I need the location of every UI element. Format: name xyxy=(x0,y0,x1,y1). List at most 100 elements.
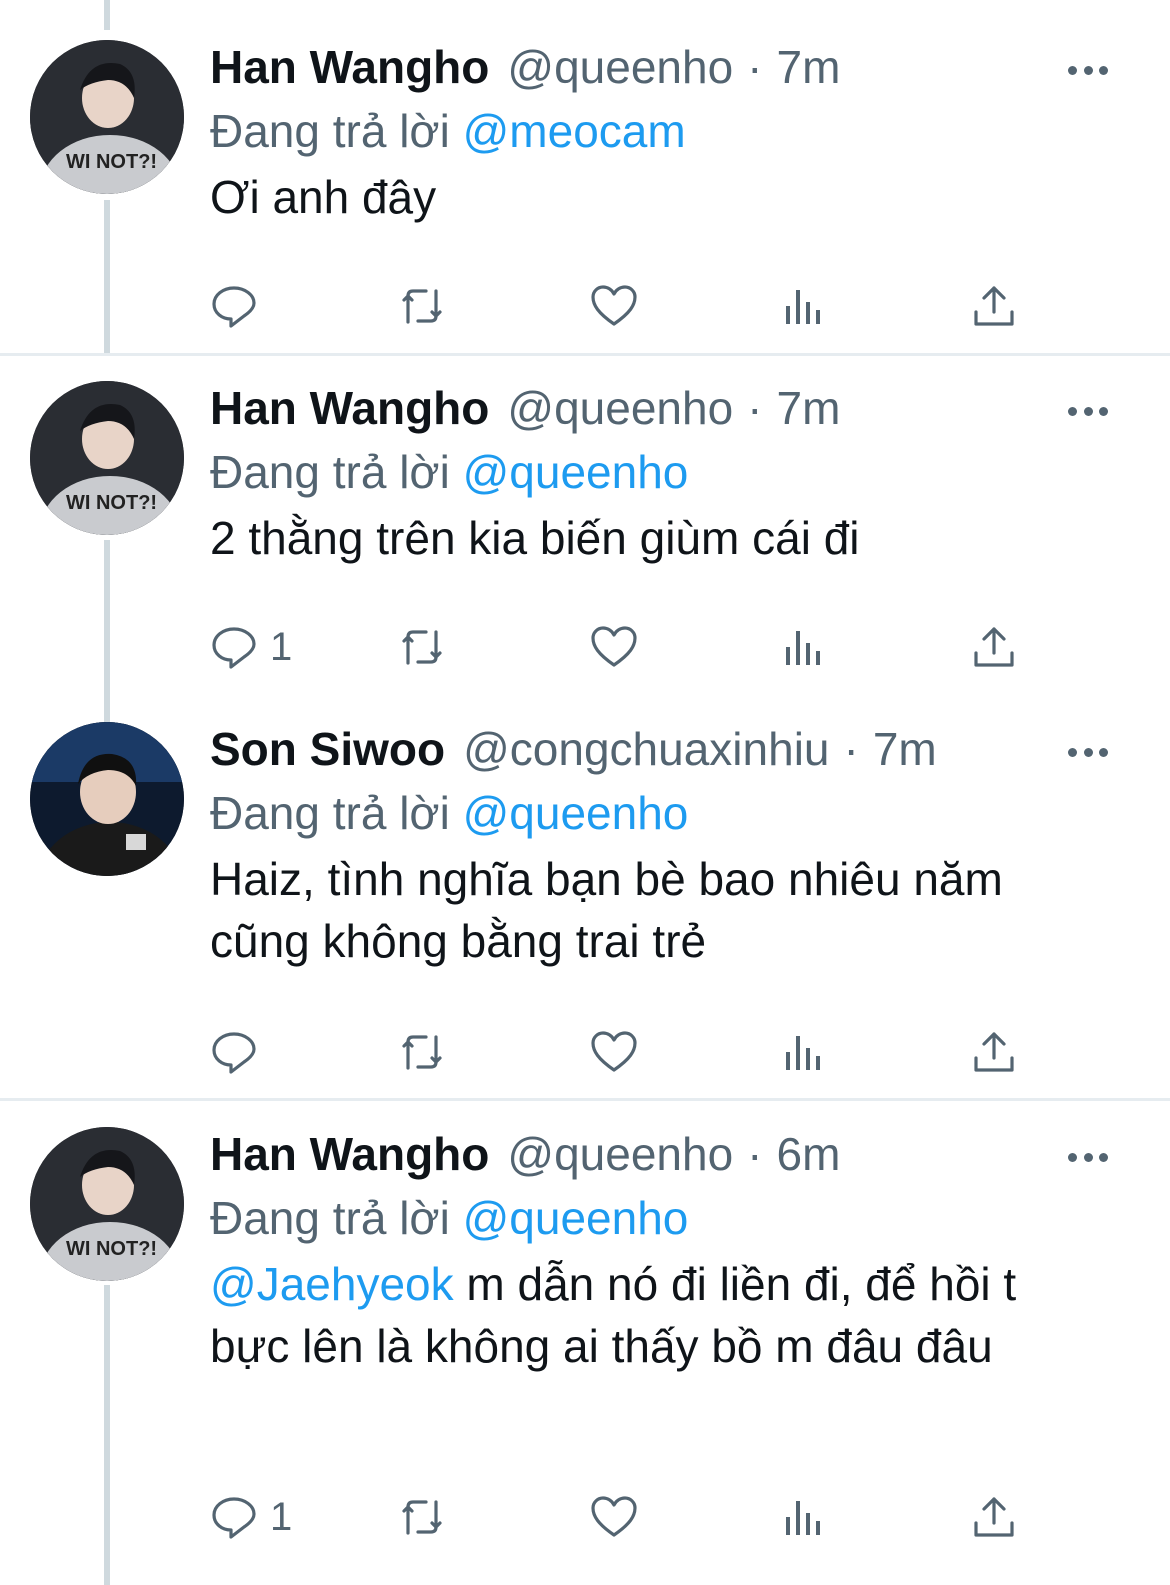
analytics-button[interactable] xyxy=(780,1487,828,1547)
replying-to: Đang trả lời @queenho xyxy=(210,1191,688,1245)
more-icon[interactable] xyxy=(1068,722,1108,782)
tweet-body: Haiz, tình nghĩa bạn bè bao nhiêu năm cũ… xyxy=(210,853,1003,967)
tweet-thread: WI NOT?! Han Wangho @queenho · 7m Đang t… xyxy=(0,0,1170,1585)
reply-button[interactable]: 1 xyxy=(210,617,292,677)
like-icon xyxy=(591,1496,637,1537)
share-icon xyxy=(974,1032,1014,1072)
share-icon xyxy=(974,627,1014,667)
retweet-icon xyxy=(402,1500,442,1535)
display-name[interactable]: Han Wangho xyxy=(210,40,489,94)
tweet-header: Son Siwoo @congchuaxinhiu · 7m xyxy=(210,722,937,782)
avatar[interactable]: WI NOT?! xyxy=(30,1127,184,1281)
user-handle[interactable]: @congchuaxinhiu xyxy=(463,722,829,776)
more-icon[interactable] xyxy=(1068,40,1108,100)
reply-prefix: Đang trả lời xyxy=(210,787,450,839)
analytics-icon xyxy=(786,631,820,665)
tweet-text: 2 thằng trên kia biến giùm cái đi xyxy=(210,507,1110,569)
share-button[interactable] xyxy=(970,1487,1018,1547)
like-icon xyxy=(591,285,637,326)
action-bar xyxy=(210,276,1060,336)
tweet-text: Ơi anh đây xyxy=(210,166,1110,228)
analytics-icon xyxy=(786,1036,820,1070)
retweet-button[interactable] xyxy=(398,617,446,677)
retweet-button[interactable] xyxy=(398,1022,446,1082)
like-button[interactable] xyxy=(590,617,638,677)
mention-link[interactable]: @Jaehyeok xyxy=(210,1258,454,1310)
tweet-header: Han Wangho @queenho · 6m xyxy=(210,1127,840,1187)
like-icon xyxy=(591,626,637,667)
timestamp[interactable]: 7m xyxy=(776,40,840,94)
tweet-header: Han Wangho @queenho · 7m xyxy=(210,40,840,100)
reply-count: 1 xyxy=(270,1494,293,1539)
more-icon[interactable] xyxy=(1068,381,1108,441)
tweet[interactable]: WI NOT?! Han Wangho @queenho · 7m Đang t… xyxy=(0,341,1170,682)
reply-prefix: Đang trả lời xyxy=(210,446,450,498)
reply-icon xyxy=(212,286,256,328)
tweet-body: Ơi anh đây xyxy=(210,171,437,223)
retweet-icon xyxy=(402,289,442,324)
avatar[interactable]: WI NOT?! xyxy=(30,381,184,535)
reply-prefix: Đang trả lời xyxy=(210,105,450,157)
tweet-text: Haiz, tình nghĩa bạn bè bao nhiêu năm cũ… xyxy=(210,848,1040,972)
share-button[interactable] xyxy=(970,1022,1018,1082)
analytics-button[interactable] xyxy=(780,276,828,336)
separator-dot: · xyxy=(747,41,763,93)
retweet-button[interactable] xyxy=(398,276,446,336)
replying-to: Đang trả lời @queenho xyxy=(210,445,688,499)
retweet-icon xyxy=(402,630,442,665)
reply-icon xyxy=(212,1497,256,1539)
tweet[interactable]: WI NOT?! Han Wangho @queenho · 6m Đang t… xyxy=(0,1087,1170,1585)
reply-to-handle[interactable]: @meocam xyxy=(463,105,686,157)
retweet-button[interactable] xyxy=(398,1487,446,1547)
reply-icon xyxy=(212,1032,256,1074)
tweet-header: Han Wangho @queenho · 7m xyxy=(210,381,840,441)
retweet-icon xyxy=(402,1035,442,1070)
separator-dot: · xyxy=(747,1128,763,1180)
action-bar xyxy=(210,1022,1060,1082)
user-handle[interactable]: @queenho xyxy=(507,1127,733,1181)
reply-button[interactable] xyxy=(210,276,270,336)
tweet[interactable]: Son Siwoo @congchuaxinhiu · 7m Đang trả … xyxy=(0,682,1170,1098)
reply-count: 1 xyxy=(270,624,293,669)
reply-prefix: Đang trả lời xyxy=(210,1192,450,1244)
svg-text:WI NOT?!: WI NOT?! xyxy=(66,1238,157,1260)
tweet[interactable]: WI NOT?! Han Wangho @queenho · 7m Đang t… xyxy=(0,0,1170,353)
reply-to-handle[interactable]: @queenho xyxy=(463,787,689,839)
share-button[interactable] xyxy=(970,276,1018,336)
replying-to: Đang trả lời @queenho xyxy=(210,786,688,840)
display-name[interactable]: Han Wangho xyxy=(210,1127,489,1181)
replying-to: Đang trả lời @meocam xyxy=(210,104,686,158)
separator-dot: · xyxy=(843,723,859,775)
avatar[interactable] xyxy=(30,722,184,876)
reply-button[interactable]: 1 xyxy=(210,1487,292,1547)
separator-dot: · xyxy=(747,382,763,434)
svg-text:WI NOT?!: WI NOT?! xyxy=(66,492,157,514)
display-name[interactable]: Han Wangho xyxy=(210,381,489,435)
like-button[interactable] xyxy=(590,1487,638,1547)
user-handle[interactable]: @queenho xyxy=(507,40,733,94)
reply-button[interactable] xyxy=(210,1022,270,1082)
like-button[interactable] xyxy=(590,1022,638,1082)
avatar[interactable]: WI NOT?! xyxy=(30,40,184,194)
tweet-text: @Jaehyeok m dẫn nó đi liền đi, để hồi t … xyxy=(210,1253,1060,1377)
reply-to-handle[interactable]: @queenho xyxy=(463,1192,689,1244)
action-bar: 1 xyxy=(210,1487,1060,1547)
timestamp[interactable]: 7m xyxy=(776,381,840,435)
more-icon[interactable] xyxy=(1068,1127,1108,1187)
share-icon xyxy=(974,1497,1014,1537)
action-bar: 1 xyxy=(210,617,1060,677)
share-button[interactable] xyxy=(970,617,1018,677)
timestamp[interactable]: 7m xyxy=(873,722,937,776)
like-icon xyxy=(591,1031,637,1072)
user-handle[interactable]: @queenho xyxy=(507,381,733,435)
timestamp[interactable]: 6m xyxy=(776,1127,840,1181)
analytics-icon xyxy=(786,290,820,324)
reply-icon xyxy=(212,627,256,669)
display-name[interactable]: Son Siwoo xyxy=(210,722,445,776)
like-button[interactable] xyxy=(590,276,638,336)
analytics-button[interactable] xyxy=(780,617,828,677)
analytics-button[interactable] xyxy=(780,1022,828,1082)
analytics-icon xyxy=(786,1501,820,1535)
share-icon xyxy=(974,286,1014,326)
reply-to-handle[interactable]: @queenho xyxy=(463,446,689,498)
